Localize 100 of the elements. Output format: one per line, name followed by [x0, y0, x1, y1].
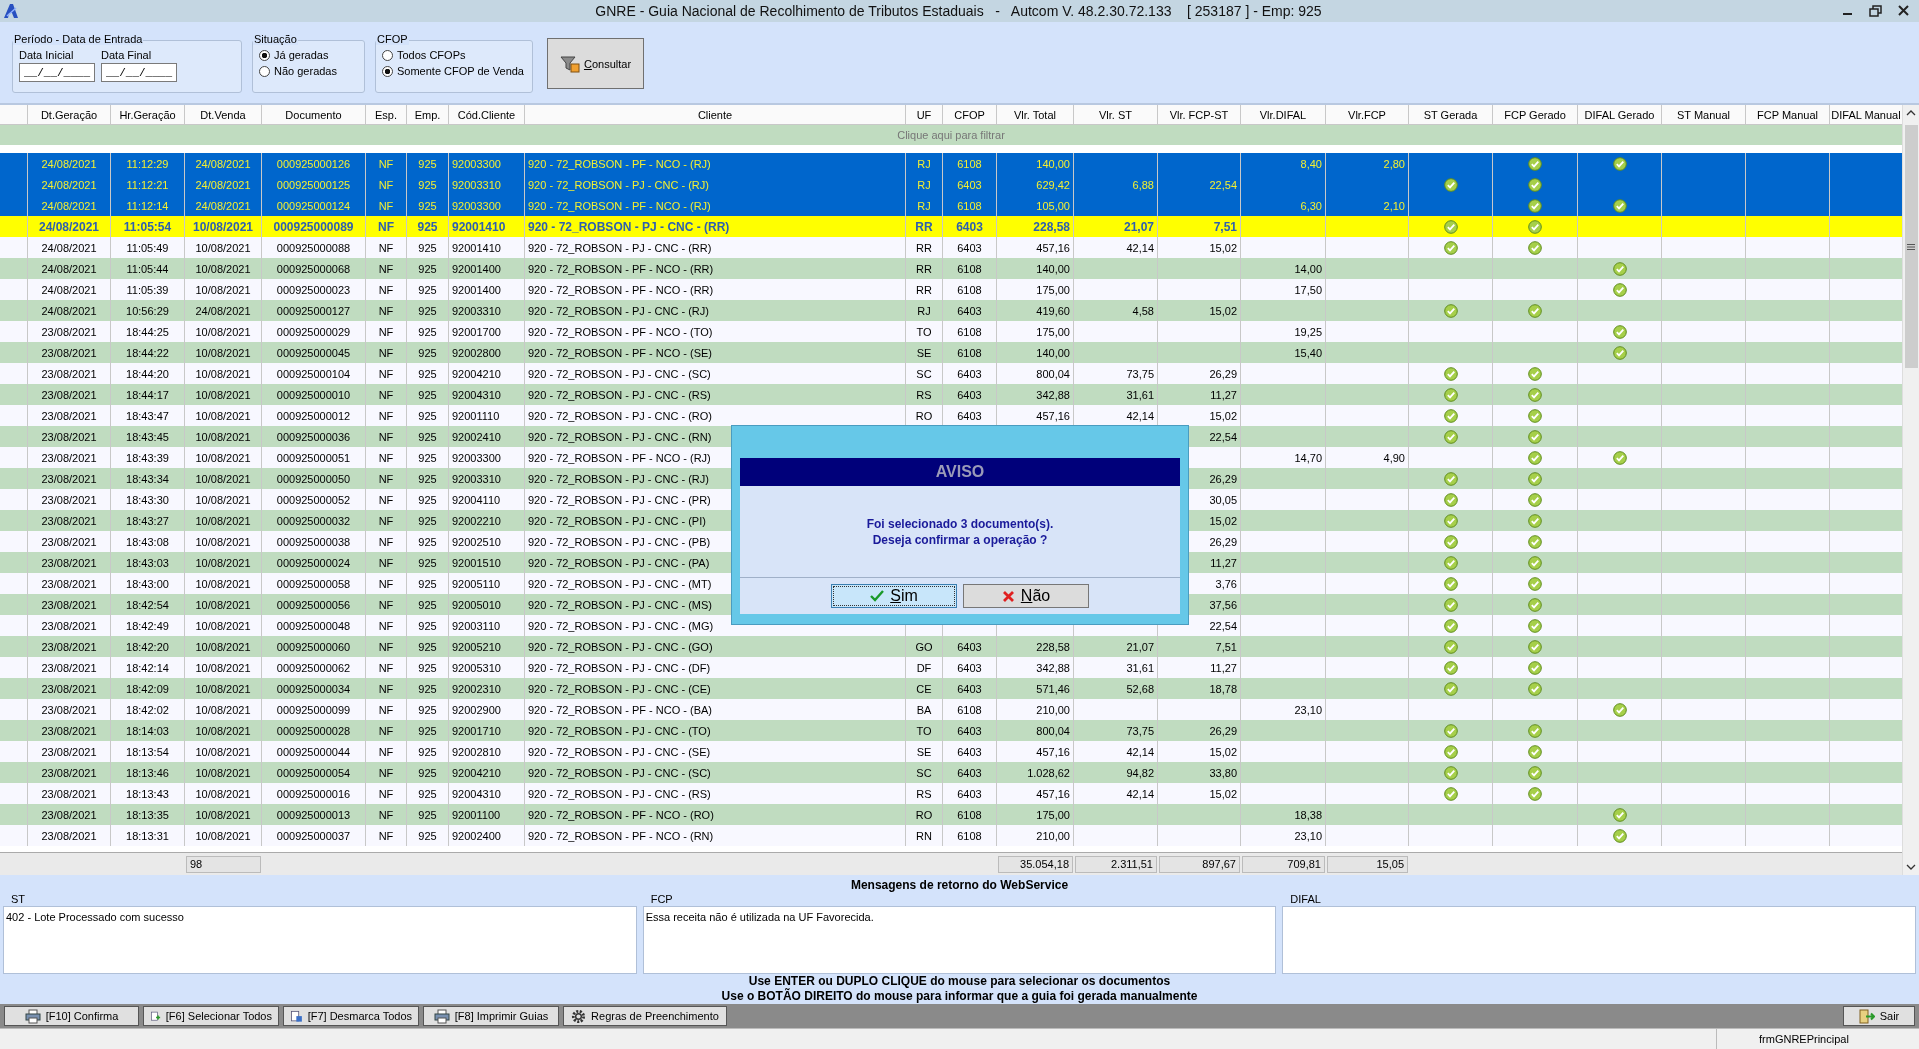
table-cell: NF [378, 724, 394, 737]
table-cell: 140,00 [1036, 157, 1070, 170]
table-cell: RS [916, 388, 932, 401]
table-cell: 11:12:29 [126, 157, 169, 170]
table-cell: 4,90 [1383, 451, 1405, 464]
table-cell: 140,00 [1036, 262, 1070, 275]
table-cell: NF [378, 409, 394, 422]
table-cell: 6403 [956, 219, 983, 234]
table-cell: NF [378, 367, 394, 380]
table-cell: 10/08/2021 [195, 703, 251, 716]
table-cell: RR [916, 241, 932, 254]
table-cell: 10:56:29 [126, 304, 169, 317]
table-cell: 925 [418, 157, 437, 170]
table-cell: 2,80 [1383, 157, 1405, 170]
table-cell: SE [916, 346, 932, 359]
table-cell: 92002400 [452, 829, 501, 842]
table-cell: 23/08/2021 [41, 787, 97, 800]
table-cell: 000925000089 [273, 219, 354, 234]
table-cell: 000925000052 [276, 493, 351, 506]
table-cell: 6403 [957, 178, 982, 191]
table-cell: 6403 [957, 724, 982, 737]
table-cell: 23/08/2021 [41, 493, 97, 506]
table-cell: 920 - 72_ROBSON - PJ - CNC - (RO) [528, 409, 712, 422]
table-cell: SE [916, 745, 932, 758]
panel-label: DIFAL [1289, 893, 1322, 906]
table-cell: 92002310 [452, 682, 501, 695]
table-cell: 000925000068 [276, 262, 351, 275]
table-cell: 925 [418, 430, 437, 443]
table-cell: 925 [418, 346, 437, 359]
table-cell: 15,02 [1209, 304, 1237, 317]
table-cell: 920 - 72_ROBSON - PJ - CNC - (MT) [528, 577, 712, 590]
table-cell: 10/08/2021 [195, 682, 251, 695]
table-cell: 228,58 [1033, 219, 1070, 234]
table-cell: 23/08/2021 [41, 514, 97, 527]
table-cell: 92001410 [452, 219, 506, 234]
table-cell: 000925000037 [276, 829, 351, 842]
table-cell: 000925000056 [276, 598, 351, 611]
table-cell: 10/08/2021 [195, 493, 251, 506]
table-cell: 920 - 72_ROBSON - PJ - CNC - (PA) [528, 556, 710, 569]
table-cell: 21,07 [1126, 640, 1154, 653]
table-cell: 23/08/2021 [41, 451, 97, 464]
table-cell: 18:43:03 [126, 556, 169, 569]
table-cell: 15,40 [1294, 346, 1322, 359]
field-label: Data Inicial [19, 49, 75, 61]
table-cell: 42,14 [1126, 745, 1154, 758]
table-cell: 92003300 [452, 157, 501, 170]
table-cell: GO [915, 640, 933, 653]
table-cell: 10/08/2021 [195, 451, 251, 464]
table-cell: 24/08/2021 [195, 304, 251, 317]
table-cell: 52,68 [1126, 682, 1154, 695]
table-cell: 21,07 [1123, 219, 1154, 234]
table-cell: 920 - 72_ROBSON - PJ - CNC - (PB) [528, 535, 711, 548]
table-cell: 92005110 [452, 577, 501, 590]
table-cell: 000925000050 [276, 472, 351, 485]
table-cell: 10/08/2021 [195, 661, 251, 674]
table-cell: 925 [418, 808, 437, 821]
table-cell: NF [378, 304, 394, 317]
table-cell: 175,00 [1036, 325, 1070, 338]
table-cell: 14,70 [1294, 451, 1322, 464]
panel-label: ST [10, 893, 27, 906]
table-cell: 94,82 [1126, 766, 1154, 779]
table-cell: NF [378, 283, 394, 296]
table-cell: 11,27 [1210, 388, 1237, 401]
table-cell: CE [916, 682, 932, 695]
table-cell: 11,27 [1210, 661, 1237, 674]
table-cell: SC [916, 766, 932, 779]
instruction-text: Use o BOTÃO DIREITO do mouse para informar que a guia foi gerada manualmente [720, 989, 1199, 1004]
table-cell: 18:13:35 [126, 808, 169, 821]
table-cell: 6108 [957, 199, 982, 212]
table-cell: 925 [418, 199, 437, 212]
table-cell: 10/08/2021 [195, 787, 251, 800]
table-cell: 2,10 [1383, 199, 1405, 212]
table-cell: 342,88 [1036, 388, 1070, 401]
table-cell: 920 - 72_ROBSON - PJ - CNC - (PI) [528, 514, 706, 527]
table-cell: 6,88 [1132, 178, 1154, 191]
table-cell: 92002210 [452, 514, 501, 527]
table-cell: RJ [917, 199, 931, 212]
table-cell: 18:43:27 [126, 514, 169, 527]
table-cell: 92002800 [452, 346, 501, 359]
panel-label: FCP [649, 893, 674, 906]
table-cell: 23/08/2021 [41, 661, 97, 674]
table-cell: 92002410 [452, 430, 501, 443]
group-legend: Situação [253, 33, 298, 45]
table-cell: 18:13:54 [126, 745, 169, 758]
table-cell: 24/08/2021 [41, 157, 97, 170]
table-cell: 000925000032 [276, 514, 351, 527]
table-cell: 10/08/2021 [195, 745, 251, 758]
table-cell: 6403 [957, 388, 982, 401]
table-cell: 4,58 [1132, 304, 1154, 317]
table-cell: 42,14 [1126, 241, 1154, 254]
table-cell: 925 [418, 262, 437, 275]
table-cell: 15,02 [1209, 241, 1237, 254]
table-cell: 925 [418, 283, 437, 296]
table-cell: 6108 [957, 703, 982, 716]
table-cell: 18:42:20 [126, 640, 169, 653]
table-cell: 925 [418, 409, 437, 422]
table-cell: 920 - 72_ROBSON - PF - NCO - (RJ) [528, 451, 711, 464]
table-cell: 800,04 [1036, 724, 1070, 737]
table-cell: 11:05:39 [126, 283, 169, 296]
table-cell: RJ [917, 178, 931, 191]
